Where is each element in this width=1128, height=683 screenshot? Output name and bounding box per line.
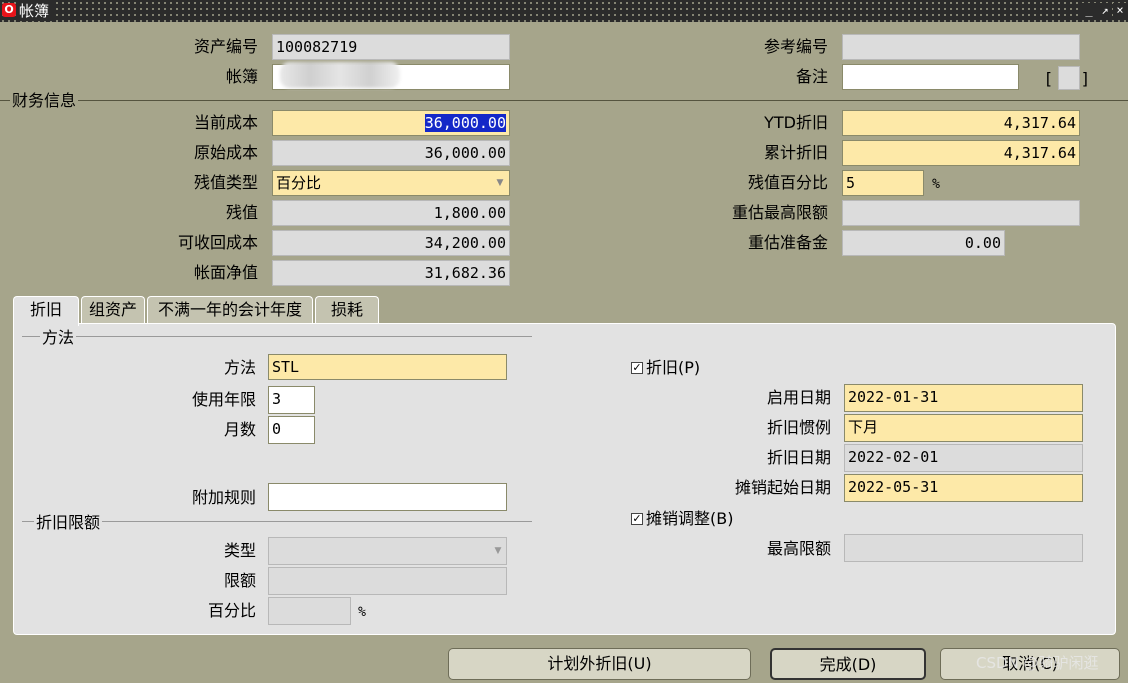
minimize-icon[interactable]: _ (1082, 3, 1096, 17)
months-label: 月数 (223, 420, 256, 439)
tab-depreciation[interactable]: 折旧 (13, 296, 79, 326)
salvage-value-field[interactable]: 1,800.00 (272, 200, 510, 226)
revaluation-ceiling-label: 重估最高限额 (731, 203, 828, 222)
tab-group-asset[interactable]: 组资产 (81, 296, 145, 324)
salvage-percent-sign: % (932, 177, 940, 192)
limit-percent-field[interactable] (268, 597, 351, 625)
ceiling-label: 最高限额 (766, 539, 831, 558)
reference-number-label: 参考编号 (763, 37, 828, 56)
comment-field[interactable] (842, 64, 1019, 90)
ceiling-field[interactable] (844, 534, 1083, 562)
limit-type-label: 类型 (223, 541, 256, 560)
method-group-label: 方法 (40, 328, 77, 348)
method-field[interactable]: STL (268, 354, 507, 380)
method-group-divider (22, 336, 532, 337)
book-label: 帐簿 (225, 67, 258, 86)
limit-type-select[interactable] (268, 537, 507, 565)
bonus-rule-label: 附加规则 (191, 488, 256, 507)
amortize-adjustment-label: 摊销调整(B) (646, 509, 734, 528)
title-bar[interactable] (0, 0, 1128, 22)
limit-amount-label: 限额 (223, 571, 256, 590)
current-cost-field[interactable]: 36,000.00 (272, 110, 510, 136)
limit-percent-label: 百分比 (207, 601, 256, 620)
ytd-depreciation-field[interactable]: 4,317.64 (842, 110, 1080, 136)
amortization-start-date-field[interactable]: 2022-05-31 (844, 474, 1083, 502)
recoverable-cost-label: 可收回成本 (177, 233, 258, 252)
flex-bracket-right: ] (1081, 69, 1088, 88)
flex-bracket-left: [ (1045, 69, 1052, 88)
net-book-value-field[interactable]: 31,682.36 (272, 260, 510, 286)
accumulated-depreciation-field[interactable]: 4,317.64 (842, 140, 1080, 166)
depreciate-checkbox[interactable]: ✓ (631, 362, 643, 374)
finance-section-label: 财务信息 (10, 91, 79, 111)
net-book-value-label: 帐面净值 (193, 263, 258, 282)
accumulated-depreciation-label: 累计折旧 (763, 143, 828, 162)
redacted-area (280, 62, 400, 88)
comment-label: 备注 (795, 67, 828, 86)
revaluation-ceiling-field[interactable] (842, 200, 1080, 226)
salvage-type-select[interactable]: 百分比 (272, 170, 510, 196)
limit-percent-sign: % (358, 605, 366, 620)
life-years-label: 使用年限 (191, 390, 256, 409)
prorate-convention-field[interactable]: 下月 (844, 414, 1083, 442)
in-service-date-label: 启用日期 (766, 388, 831, 407)
months-field[interactable]: 0 (268, 416, 315, 444)
original-cost-label: 原始成本 (193, 143, 258, 162)
restore-icon[interactable]: ↗ (1098, 3, 1112, 17)
life-years-field[interactable]: 3 (268, 386, 315, 414)
limit-group-label: 折旧限额 (34, 513, 103, 533)
salvage-percent-field[interactable]: 5 (842, 170, 924, 196)
depreciate-checkbox-label: 折旧(P) (646, 358, 701, 377)
chevron-down-icon[interactable]: ▼ (494, 178, 506, 188)
amortization-start-date-label: 摊销起始日期 (734, 478, 831, 497)
tab-short-fiscal-year[interactable]: 不满一年的会计年度 (147, 296, 313, 324)
bonus-rule-field[interactable] (268, 483, 507, 511)
recoverable-cost-field[interactable]: 34,200.00 (272, 230, 510, 256)
reference-number-field[interactable] (842, 34, 1080, 60)
original-cost-field[interactable]: 36,000.00 (272, 140, 510, 166)
ytd-depreciation-label: YTD折旧 (764, 113, 828, 132)
watermark: CSDN @骑驴闲逛 (976, 654, 1099, 672)
chevron-down-icon[interactable]: ▼ (492, 546, 504, 556)
in-service-date-field[interactable]: 2022-01-31 (844, 384, 1083, 412)
salvage-percent-label: 残值百分比 (747, 173, 828, 192)
descriptive-flexfield[interactable] (1058, 66, 1080, 90)
current-cost-label: 当前成本 (193, 113, 258, 132)
prorate-date-field[interactable]: 2022-02-01 (844, 444, 1083, 472)
prorate-convention-label: 折旧惯例 (766, 418, 831, 437)
revaluation-reserve-label: 重估准备金 (747, 233, 828, 252)
oracle-icon: O (2, 3, 16, 17)
revaluation-reserve-field[interactable]: 0.00 (842, 230, 1005, 256)
salvage-type-value: 百分比 (276, 174, 322, 192)
prorate-date-label: 折旧日期 (766, 448, 831, 467)
amortize-adjustment-checkbox[interactable]: ✓ (631, 513, 643, 525)
unplanned-depreciation-button[interactable]: 计划外折旧(U) (448, 648, 751, 680)
tab-depletion[interactable]: 损耗 (315, 296, 379, 324)
close-icon[interactable]: × (1113, 3, 1127, 17)
limit-amount-field[interactable] (268, 567, 507, 595)
salvage-value-label: 残值 (225, 203, 258, 222)
salvage-type-label: 残值类型 (193, 173, 258, 192)
finance-section-divider (0, 100, 1128, 101)
window-title: 帐簿 (19, 1, 54, 21)
method-label: 方法 (223, 358, 256, 377)
asset-number-field[interactable]: 100082719 (272, 34, 510, 60)
asset-number-label: 资产编号 (193, 37, 258, 56)
done-button[interactable]: 完成(D) (770, 648, 926, 680)
current-cost-value: 36,000.00 (424, 114, 506, 132)
